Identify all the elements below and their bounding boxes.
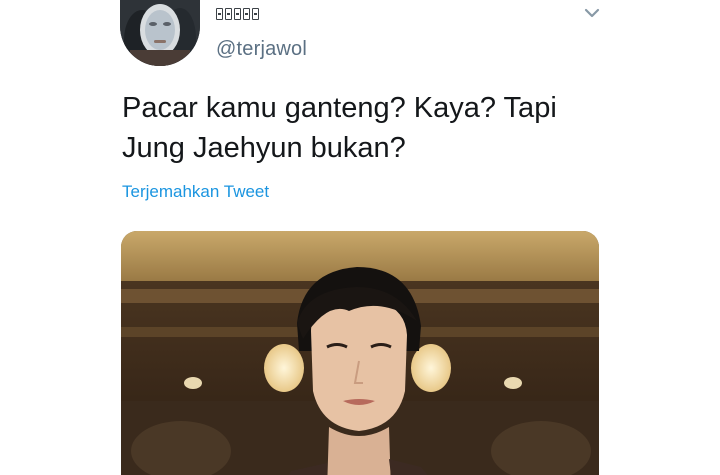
tweet-photo[interactable] (121, 231, 599, 475)
tweet-menu-button[interactable] (583, 6, 601, 20)
unrendered-glyph (216, 8, 223, 20)
chevron-down-icon (584, 8, 600, 18)
author-display-name[interactable] (216, 6, 259, 22)
author-avatar[interactable] (120, 0, 200, 66)
tweet-text-line: Pacar kamu ganteng? Kaya? Tapi (122, 92, 557, 124)
tweet-text: Pacar kamu ganteng? Kaya? Tapi Jung Jaeh… (122, 88, 602, 168)
unrendered-glyph (225, 8, 232, 20)
unrendered-glyph (243, 8, 250, 20)
photo-portrait-icon (121, 231, 599, 475)
unrendered-glyph (252, 8, 259, 20)
unrendered-glyph (234, 8, 241, 20)
tweet-text-line: Jung Jaehyun bukan? (122, 132, 406, 164)
translate-tweet-link[interactable]: Terjemahkan Tweet (122, 182, 269, 202)
avatar-face-mask-icon (120, 0, 200, 66)
author-handle[interactable]: @terjawol (216, 38, 307, 61)
